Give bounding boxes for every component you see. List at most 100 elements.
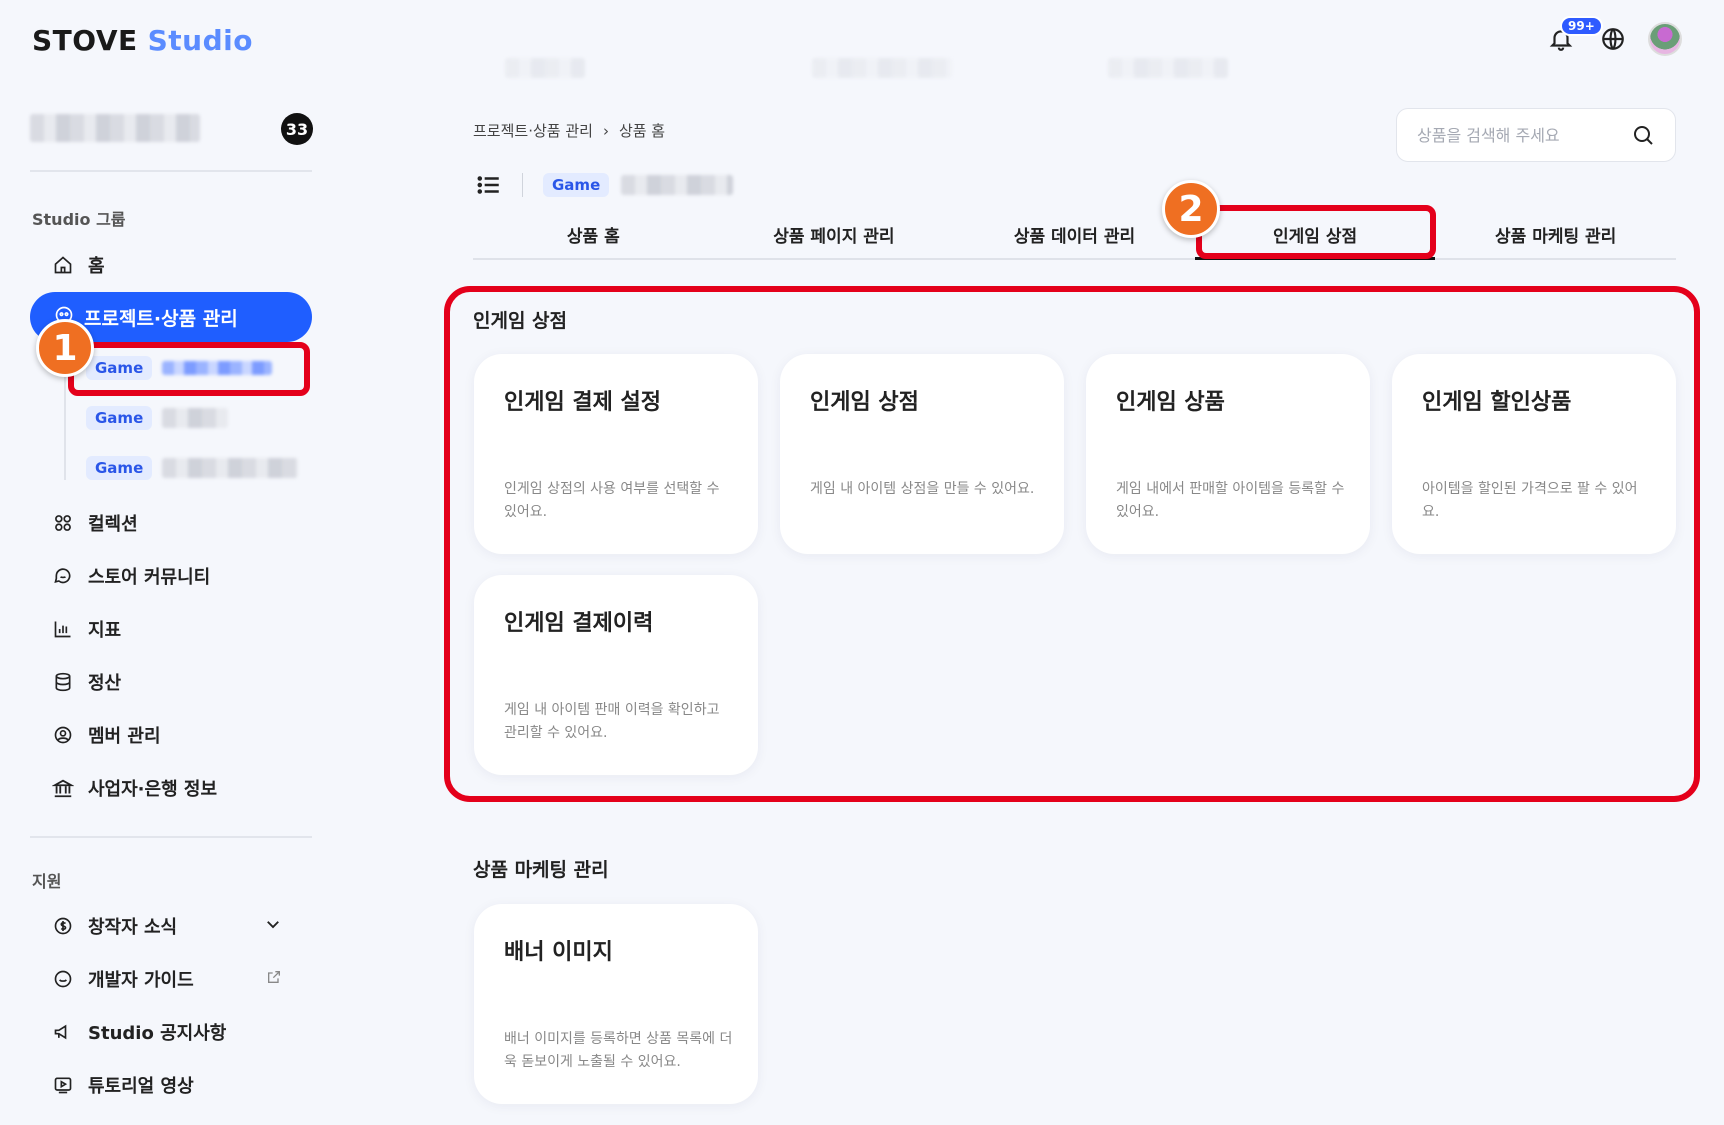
- card-description: 게임 내에서 판매할 아이템을 등록할 수 있어요.: [1116, 481, 1345, 520]
- card-description: 아이템을 할인된 가격으로 팔 수 있어요.: [1422, 481, 1638, 520]
- external-link-icon[interactable]: [266, 969, 282, 990]
- top-nav-item-blurred[interactable]: [1108, 58, 1228, 78]
- chevron-right-icon: ›: [602, 121, 609, 140]
- bar-chart-icon: [52, 618, 74, 640]
- smile-icon: [52, 968, 74, 990]
- card-ingame-payment-settings[interactable]: 인게임 결제 설정 인게임 상점의 사용 여부를 선택할 수 있어요.: [474, 354, 758, 554]
- sidebar: 33 Studio 그룹 홈 프로젝트·상품 관리 Game Game Game…: [0, 100, 340, 1125]
- studio-count-badge[interactable]: 33: [281, 113, 313, 145]
- chevron-down-icon[interactable]: [264, 915, 282, 938]
- card-title: 인게임 상품: [1116, 390, 1225, 415]
- top-nav-item-blurred[interactable]: [812, 58, 952, 78]
- language-button[interactable]: [1596, 22, 1630, 56]
- home-icon: [52, 254, 74, 276]
- sidebar-subitem-game[interactable]: Game: [86, 453, 299, 483]
- sidebar-item-label: Studio 공지사항: [88, 1023, 227, 1044]
- list-icon[interactable]: [476, 172, 502, 198]
- game-name-blurred: [621, 175, 734, 195]
- logo-stove: STOVE: [32, 24, 138, 57]
- sidebar-item-label: 튜토리얼 영상: [88, 1076, 194, 1097]
- card-title: 인게임 상점: [810, 390, 919, 415]
- card-banner-image[interactable]: 배너 이미지 배너 이미지를 등록하면 상품 목록에 더욱 돋보이게 노출될 수…: [474, 904, 758, 1104]
- sidebar-subitem-game[interactable]: Game: [86, 353, 273, 383]
- game-name-blurred: [162, 408, 229, 428]
- database-icon: [52, 671, 74, 693]
- card-description: 게임 내 아이템 상점을 만들 수 있어요.: [810, 481, 1035, 497]
- studio-name-blurred: [30, 114, 200, 142]
- header-icons: 99+: [1544, 16, 1682, 56]
- collection-icon: [52, 512, 74, 534]
- card-ingame-payment-history[interactable]: 인게임 결제이력 게임 내 아이템 판매 이력을 확인하고 관리할 수 있어요.: [474, 575, 758, 775]
- game-tag: Game: [86, 356, 153, 380]
- sidebar-item-tutorial[interactable]: 튜토리얼 영상: [52, 1070, 194, 1100]
- product-search: [1396, 108, 1676, 162]
- vertical-separator: [522, 173, 523, 197]
- chat-icon: [52, 565, 74, 587]
- sidebar-item-business[interactable]: 사업자·은행 정보: [52, 773, 217, 803]
- sidebar-item-label: 컬렉션: [88, 514, 138, 535]
- sidebar-item-label: 홈: [88, 256, 105, 277]
- breadcrumb: 프로젝트·상품 관리 › 상품 홈: [473, 120, 665, 141]
- sidebar-item-metrics[interactable]: 지표: [52, 614, 121, 644]
- notification-button[interactable]: 99+: [1544, 16, 1603, 56]
- play-video-icon: [52, 1074, 74, 1096]
- step-marker-2: 2: [1162, 180, 1220, 238]
- sidebar-item-label: 정산: [88, 673, 122, 694]
- game-tag: Game: [86, 406, 153, 430]
- game-name-blurred: [162, 458, 299, 478]
- game-tag: Game: [543, 173, 610, 197]
- tab-product-data[interactable]: 상품 데이터 관리: [954, 210, 1195, 258]
- globe-icon: [1602, 28, 1624, 50]
- card-ingame-store[interactable]: 인게임 상점 게임 내 아이템 상점을 만들 수 있어요.: [780, 354, 1064, 554]
- studio-group-label: Studio 그룹: [32, 210, 126, 229]
- card-ingame-products[interactable]: 인게임 상품 게임 내에서 판매할 아이템을 등록할 수 있어요.: [1086, 354, 1370, 554]
- card-description: 인게임 상점의 사용 여부를 선택할 수 있어요.: [504, 481, 720, 520]
- game-name-blurred: [162, 361, 273, 375]
- sidebar-item-members[interactable]: 멤버 관리: [52, 720, 161, 750]
- user-circle-icon: [52, 724, 74, 746]
- sidebar-item-collection[interactable]: 컬렉션: [52, 508, 138, 538]
- bank-icon: [52, 777, 74, 799]
- tab-ingame-store[interactable]: 인게임 상점: [1194, 210, 1436, 260]
- sidebar-item-creator-news[interactable]: 창작자 소식: [52, 911, 300, 941]
- card-description: 배너 이미지를 등록하면 상품 목록에 더욱 돋보이게 노출될 수 있어요.: [504, 1031, 733, 1070]
- dollar-circle-icon: [52, 915, 74, 937]
- step-marker-1: 1: [36, 319, 94, 377]
- breadcrumb-item[interactable]: 상품 홈: [619, 120, 665, 141]
- tab-product-page[interactable]: 상품 페이지 관리: [714, 210, 955, 258]
- card-title: 인게임 할인상품: [1422, 390, 1572, 415]
- section-title: 인게임 상점: [473, 310, 568, 332]
- logo-studio: Studio: [147, 24, 253, 57]
- breadcrumb-item[interactable]: 프로젝트·상품 관리: [473, 120, 593, 141]
- game-tag: Game: [86, 456, 153, 480]
- sidebar-item-label: 개발자 가이드: [88, 970, 194, 991]
- sidebar-item-dev-guide[interactable]: 개발자 가이드: [52, 964, 300, 994]
- sidebar-item-notice[interactable]: Studio 공지사항: [52, 1017, 226, 1047]
- stove-studio-logo[interactable]: STOVE Studio: [32, 24, 253, 57]
- sidebar-item-community[interactable]: 스토어 커뮤니티: [52, 561, 210, 591]
- megaphone-icon: [52, 1021, 74, 1043]
- sidebar-divider: [30, 836, 312, 838]
- product-tabs: 상품 홈 상품 페이지 관리 상품 데이터 관리 인게임 상점 상품 마케팅 관…: [473, 210, 1676, 260]
- user-avatar[interactable]: [1648, 22, 1682, 56]
- section-title: 상품 마케팅 관리: [473, 859, 609, 881]
- sidebar-item-label: 지표: [88, 620, 122, 641]
- sidebar-item-home[interactable]: 홈: [52, 250, 105, 280]
- sidebar-item-label: 창작자 소식: [88, 917, 178, 938]
- card-title: 인게임 결제이력: [504, 611, 654, 636]
- sidebar-divider: [30, 170, 312, 172]
- search-icon[interactable]: [1631, 123, 1655, 147]
- tab-product-marketing[interactable]: 상품 마케팅 관리: [1435, 210, 1676, 258]
- game-selector-row: Game: [476, 172, 734, 198]
- sidebar-item-label: 멤버 관리: [88, 726, 161, 747]
- tab-product-home[interactable]: 상품 홈: [473, 210, 714, 258]
- support-label: 지원: [32, 872, 62, 891]
- top-nav-item-blurred[interactable]: [505, 58, 585, 78]
- sidebar-subitem-game[interactable]: Game: [86, 403, 229, 433]
- search-input[interactable]: [1417, 125, 1617, 145]
- sidebar-item-label: 스토어 커뮤니티: [88, 567, 211, 588]
- sidebar-item-settlement[interactable]: 정산: [52, 667, 121, 697]
- card-ingame-discount[interactable]: 인게임 할인상품 아이템을 할인된 가격으로 팔 수 있어요.: [1392, 354, 1676, 554]
- card-title: 배너 이미지: [504, 940, 613, 965]
- card-description: 게임 내 아이템 판매 이력을 확인하고 관리할 수 있어요.: [504, 702, 720, 741]
